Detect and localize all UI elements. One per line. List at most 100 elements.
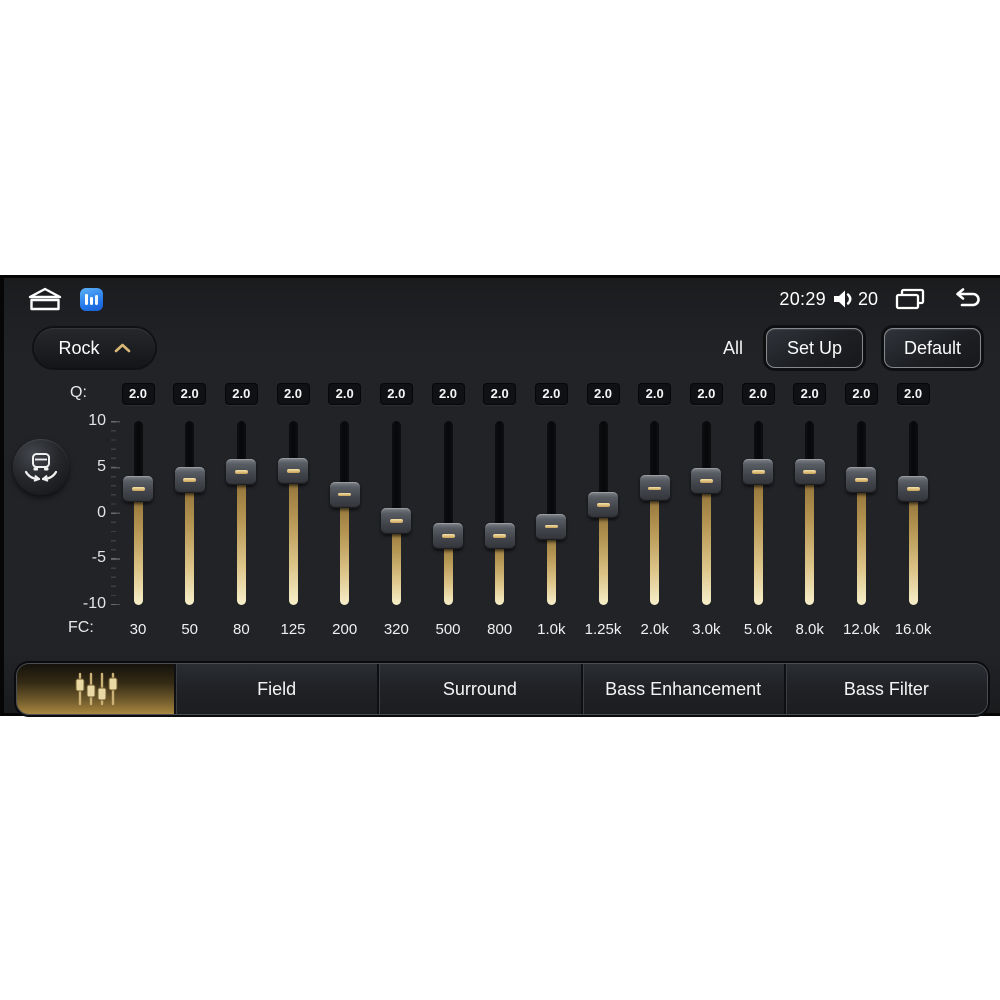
eq-band: 2.0 8.0k <box>784 383 836 645</box>
eq-band: 2.0 2.0k <box>629 383 681 645</box>
eq-band: 2.0 1.25k <box>577 383 629 645</box>
eq-slider-handle[interactable] <box>433 522 464 549</box>
clock: 20:29 <box>779 288 826 309</box>
tab-bass-filter[interactable]: Bass Filter <box>783 664 987 714</box>
eq-slider-handle[interactable] <box>278 457 308 484</box>
eq-band: 2.0 800 <box>474 383 526 645</box>
eq-slider-track[interactable] <box>340 421 350 605</box>
eq-band: 2.0 80 <box>215 383 267 645</box>
eq-slider-handle[interactable] <box>329 481 360 508</box>
eq-slider-track[interactable] <box>908 421 918 605</box>
eq-slider-track[interactable] <box>701 421 711 605</box>
fc-value: 800 <box>487 621 513 638</box>
tab-equalizer[interactable] <box>17 664 174 714</box>
eq-scale-label: 10 <box>88 412 106 429</box>
q-value[interactable]: 2.0 <box>328 383 362 405</box>
fc-value: 8.0k <box>795 621 824 638</box>
eq-slider-track[interactable] <box>753 421 763 605</box>
q-value[interactable]: 2.0 <box>741 383 775 405</box>
eq-slider-track[interactable] <box>856 421 866 605</box>
eq-slider-handle[interactable] <box>898 476 929 503</box>
eq-slider-handle[interactable] <box>588 491 619 518</box>
app-icon[interactable] <box>80 287 103 311</box>
default-button[interactable]: Default <box>884 328 981 368</box>
eq-slider-handle[interactable] <box>536 513 567 540</box>
q-value[interactable]: 2.0 <box>896 383 930 405</box>
q-value[interactable]: 2.0 <box>844 383 878 405</box>
fc-value: 3.0k <box>692 621 721 638</box>
recent-apps-icon <box>895 288 925 310</box>
back-button[interactable] <box>950 288 984 310</box>
volume-level: 20 <box>857 288 878 309</box>
eq-slider-track[interactable] <box>650 421 660 605</box>
fc-value: 1.25k <box>584 621 622 638</box>
q-value[interactable]: 2.0 <box>173 383 207 405</box>
eq-slider-handle[interactable] <box>794 458 825 485</box>
tab-label: Surround <box>442 678 517 699</box>
eq-band: 2.0 50 <box>164 383 216 645</box>
fc-value: 5.0k <box>743 621 773 638</box>
eq-slider-track[interactable] <box>133 421 143 605</box>
sound-field-button[interactable] <box>13 439 69 495</box>
q-value[interactable]: 2.0 <box>534 383 568 405</box>
tab-field[interactable]: Field <box>174 664 378 714</box>
fc-value: 500 <box>435 621 461 638</box>
eq-slider-handle[interactable] <box>639 475 670 502</box>
eq-slider-handle[interactable] <box>381 508 412 535</box>
q-value[interactable]: 2.0 <box>483 383 517 405</box>
eq-scale-label: -5 <box>91 549 106 567</box>
eq-slider-track[interactable] <box>236 421 246 605</box>
eq-scale-label: -10 <box>82 595 106 612</box>
eq-slider-track[interactable] <box>805 421 815 605</box>
eq-band: 2.0 500 <box>422 383 474 645</box>
setup-button[interactable]: Set Up <box>766 328 863 368</box>
eq-band: 2.0 1.0k <box>525 383 577 645</box>
eq-slider-handle[interactable] <box>226 458 257 485</box>
eq-slider-handle[interactable] <box>174 467 205 494</box>
all-button[interactable]: All <box>721 338 745 359</box>
eq-band: 2.0 3.0k <box>680 383 732 645</box>
eq-slider-handle[interactable] <box>123 476 153 503</box>
tab-bar: Field Surround Bass Enhancement Bass Filter <box>16 663 988 715</box>
eq-band: 2.0 16.0k <box>887 383 939 645</box>
fc-value: 50 <box>181 621 198 638</box>
eq-band: 2.0 200 <box>319 383 371 645</box>
q-value[interactable]: 2.0 <box>121 383 155 405</box>
tab-label: Bass Enhancement <box>605 678 762 699</box>
q-value[interactable]: 2.0 <box>431 383 465 405</box>
eq-band: 2.0 5.0k <box>732 383 784 645</box>
home-icon <box>28 287 62 311</box>
eq-slider-track[interactable] <box>443 421 453 605</box>
eq-slider-track[interactable] <box>288 421 298 605</box>
fc-value: 16.0k <box>894 621 932 638</box>
eq-band: 2.0 30 <box>112 383 164 645</box>
chevron-up-icon <box>114 343 130 353</box>
home-button[interactable] <box>26 286 64 312</box>
fc-value: 1.0k <box>537 621 566 638</box>
q-value[interactable]: 2.0 <box>586 383 620 405</box>
recents-button[interactable] <box>894 287 926 311</box>
fc-value: 30 <box>129 621 147 638</box>
eq-slider-handle[interactable] <box>846 467 877 494</box>
q-value[interactable]: 2.0 <box>224 383 258 405</box>
q-value[interactable]: 2.0 <box>638 383 672 405</box>
eq-slider-track[interactable] <box>495 421 505 605</box>
eq-slider-handle[interactable] <box>743 458 774 485</box>
fc-row-label: FC: <box>68 619 94 636</box>
tab-label: Field <box>257 678 297 699</box>
eq-slider-track[interactable] <box>185 421 195 605</box>
q-row-label: Q: <box>70 384 87 401</box>
tab-bass-enhancement[interactable]: Bass Enhancement <box>580 664 784 714</box>
fc-value: 320 <box>383 621 409 638</box>
q-value[interactable]: 2.0 <box>689 383 723 405</box>
eq-slider-handle[interactable] <box>484 522 515 549</box>
volume-icon <box>831 288 855 310</box>
eq-slider-handle[interactable] <box>691 468 722 494</box>
q-value[interactable]: 2.0 <box>379 383 413 405</box>
fc-value: 2.0k <box>640 621 669 638</box>
q-value[interactable]: 2.0 <box>276 383 310 405</box>
tab-label: Bass Filter <box>843 678 929 699</box>
tab-surround[interactable]: Surround <box>377 664 581 714</box>
preset-dropdown[interactable]: Rock <box>34 328 155 368</box>
q-value[interactable]: 2.0 <box>793 383 827 405</box>
